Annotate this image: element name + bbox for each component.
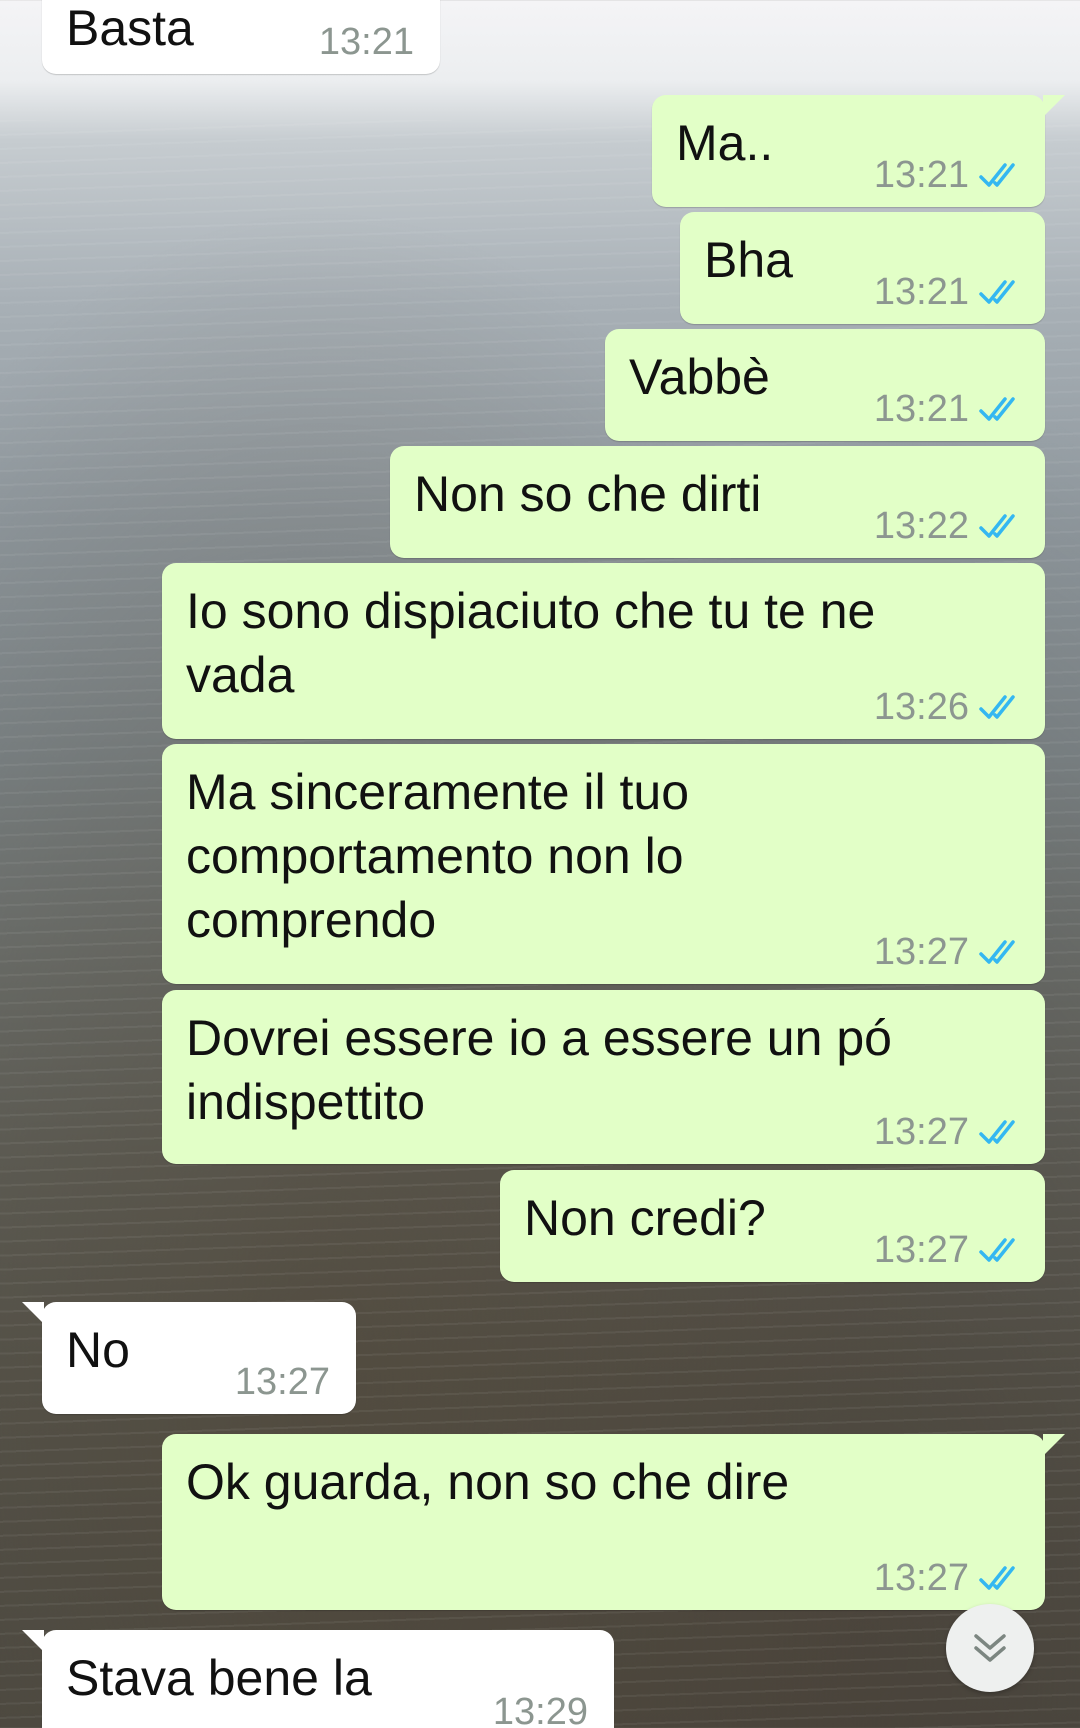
double-check-icon — [979, 280, 1015, 304]
double-check-icon — [979, 1238, 1015, 1262]
message-meta: 13:29 — [493, 1690, 588, 1728]
message-text: Bha — [704, 232, 793, 288]
message-bubble-outgoing[interactable]: Non so che dirti 13:22 — [390, 446, 1045, 558]
message-text: Ma sinceramente il tuo comportamento non… — [186, 764, 690, 948]
double-check-icon — [979, 695, 1015, 719]
message-bubble-outgoing[interactable]: Dovrei essere io a essere un pó indispet… — [162, 990, 1045, 1164]
message-text: Non credi? — [524, 1190, 766, 1246]
message-bubble-incoming[interactable]: No 13:27 — [22, 1302, 356, 1414]
message-time: 13:27 — [873, 1111, 969, 1153]
chevron-double-down-icon — [974, 1634, 1006, 1662]
message-time: 13:27 — [234, 1361, 330, 1403]
message-meta: 13:21 — [874, 387, 1023, 431]
double-check-icon — [979, 940, 1015, 964]
message-bubble-incoming[interactable]: Stava bene la 13:29 — [22, 1630, 614, 1728]
message-meta: 13:21 — [874, 153, 1023, 197]
message-meta: 13:21 — [319, 20, 414, 64]
message-time: 13:27 — [873, 931, 969, 973]
message-meta: 13:27 — [874, 1110, 1023, 1154]
message-text: Ma.. — [676, 115, 774, 171]
double-check-icon — [979, 163, 1015, 187]
double-check-icon — [979, 1566, 1015, 1590]
message-bubble-outgoing[interactable]: Vabbè 13:21 — [605, 329, 1045, 441]
message-bubble-outgoing[interactable]: Non credi? 13:27 — [500, 1170, 1045, 1282]
message-text: Stava bene la — [66, 1650, 372, 1706]
message-meta: 13:27 — [874, 930, 1023, 974]
message-meta: 13:27 — [874, 1556, 1023, 1600]
message-time: 13:21 — [873, 388, 969, 430]
message-time: 13:22 — [873, 505, 969, 547]
message-time: 13:27 — [873, 1557, 969, 1599]
message-text: Io sono dispiaciuto che tu te ne vada — [186, 583, 876, 703]
double-check-icon — [979, 397, 1015, 421]
message-bubble-outgoing[interactable]: Bha 13:21 — [680, 212, 1045, 324]
message-time: 13:26 — [873, 686, 969, 728]
double-check-icon — [979, 1120, 1015, 1144]
message-text: Ok guarda, non so che dire — [186, 1454, 790, 1510]
message-text: Basta — [66, 0, 194, 56]
message-time: 13:29 — [492, 1691, 588, 1728]
message-text: Vabbè — [629, 349, 770, 405]
message-meta: 13:27 — [235, 1360, 330, 1404]
message-bubble-outgoing[interactable]: Io sono dispiaciuto che tu te ne vada 13… — [162, 563, 1045, 739]
message-time: 13:27 — [873, 1229, 969, 1271]
double-check-icon — [979, 514, 1015, 538]
message-bubble-outgoing[interactable]: Ma.. 13:21 — [652, 95, 1065, 207]
message-time: 13:21 — [318, 21, 414, 63]
message-meta: 13:21 — [874, 270, 1023, 314]
message-text: Non so che dirti — [414, 466, 762, 522]
message-meta: 13:27 — [874, 1228, 1023, 1272]
scroll-to-bottom-button[interactable] — [946, 1604, 1034, 1692]
message-time: 13:21 — [873, 154, 969, 196]
message-bubble-outgoing[interactable]: Ma sinceramente il tuo comportamento non… — [162, 744, 1045, 984]
message-time: 13:21 — [873, 271, 969, 313]
message-bubble-outgoing[interactable]: Ok guarda, non so che dire 13:27 — [162, 1434, 1065, 1610]
message-text: No — [66, 1322, 130, 1378]
message-meta: 13:26 — [874, 685, 1023, 729]
message-bubble-incoming[interactable]: Basta 13:21 — [42, 0, 440, 74]
message-text: Dovrei essere io a essere un pó indispet… — [186, 1010, 892, 1130]
message-meta: 13:22 — [874, 504, 1023, 548]
